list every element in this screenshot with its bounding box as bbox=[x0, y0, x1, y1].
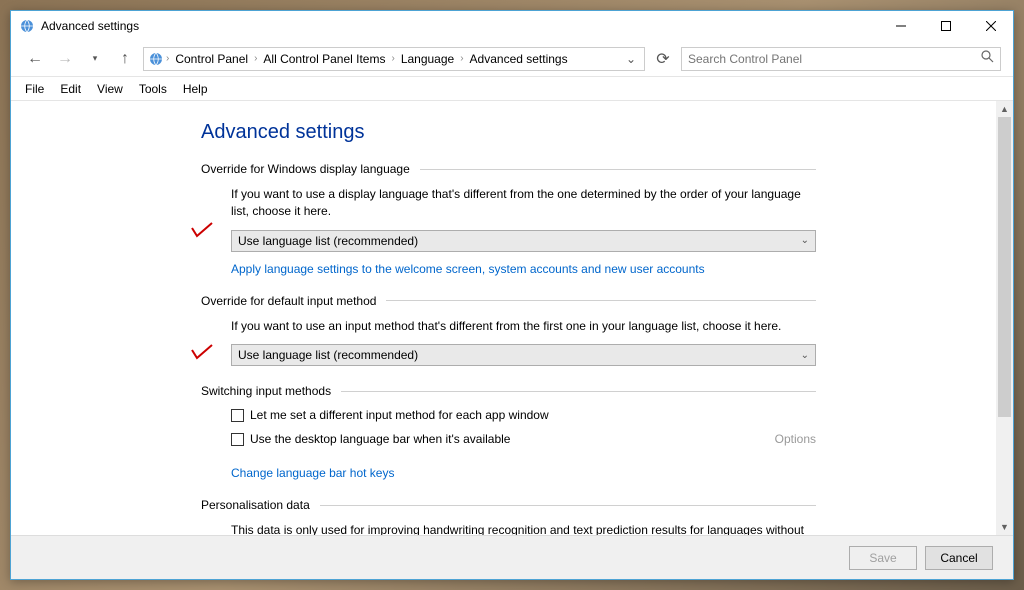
breadcrumb[interactable]: › Control Panel › All Control Panel Item… bbox=[143, 47, 645, 71]
refresh-button[interactable]: ⟳ bbox=[651, 47, 675, 71]
breadcrumb-item[interactable]: All Control Panel Items bbox=[259, 50, 389, 68]
chevron-right-icon: › bbox=[460, 53, 463, 64]
minimize-button[interactable] bbox=[878, 11, 923, 41]
chevron-down-icon: ⌄ bbox=[801, 350, 809, 361]
menu-edit[interactable]: Edit bbox=[54, 80, 87, 98]
search-box[interactable] bbox=[681, 47, 1001, 71]
scroll-down-icon[interactable]: ▼ bbox=[996, 519, 1013, 535]
section-switching-header: Switching input methods bbox=[201, 384, 816, 398]
breadcrumb-item[interactable]: Advanced settings bbox=[466, 50, 572, 68]
breadcrumb-item[interactable]: Language bbox=[397, 50, 458, 68]
chevron-right-icon: › bbox=[166, 53, 169, 64]
desktop-language-bar-checkbox[interactable] bbox=[231, 433, 244, 446]
recent-dropdown-icon[interactable]: ▾ bbox=[83, 47, 107, 71]
chevron-down-icon: ⌄ bbox=[801, 235, 809, 246]
chevron-right-icon: › bbox=[391, 53, 394, 64]
scroll-up-icon[interactable]: ▲ bbox=[996, 101, 1013, 117]
menu-view[interactable]: View bbox=[91, 80, 129, 98]
input-method-desc: If you want to use an input method that'… bbox=[231, 318, 816, 335]
navbar: ← → ▾ ↑ › Control Panel › All Control Pa… bbox=[11, 41, 1013, 77]
section-input-method-header: Override for default input method bbox=[201, 294, 816, 308]
apply-language-settings-link[interactable]: Apply language settings to the welcome s… bbox=[231, 262, 705, 276]
cancel-button[interactable]: Cancel bbox=[925, 546, 993, 570]
input-method-dropdown[interactable]: Use language list (recommended) ⌄ bbox=[231, 344, 816, 366]
menu-tools[interactable]: Tools bbox=[133, 80, 173, 98]
display-language-desc: If you want to use a display language th… bbox=[231, 186, 816, 220]
close-button[interactable] bbox=[968, 11, 1013, 41]
content-area: Advanced settings Override for Windows d… bbox=[11, 101, 996, 535]
window: Advanced settings ← → ▾ ↑ › Control Pane… bbox=[10, 10, 1014, 580]
search-icon bbox=[981, 50, 994, 68]
per-app-input-checkbox[interactable] bbox=[231, 409, 244, 422]
up-button[interactable]: ↑ bbox=[113, 47, 137, 71]
section-personalisation-header: Personalisation data bbox=[201, 498, 816, 512]
breadcrumb-dropdown-icon[interactable]: ⌄ bbox=[622, 52, 640, 66]
back-button[interactable]: ← bbox=[23, 47, 47, 71]
maximize-button[interactable] bbox=[923, 11, 968, 41]
titlebar: Advanced settings bbox=[11, 11, 1013, 41]
window-controls bbox=[878, 11, 1013, 41]
forward-button[interactable]: → bbox=[53, 47, 77, 71]
app-icon bbox=[19, 18, 35, 34]
control-panel-icon bbox=[148, 51, 164, 67]
breadcrumb-item[interactable]: Control Panel bbox=[171, 50, 252, 68]
window-title: Advanced settings bbox=[41, 19, 878, 33]
section-display-language-header: Override for Windows display language bbox=[201, 162, 816, 176]
chevron-right-icon: › bbox=[254, 53, 257, 64]
options-link[interactable]: Options bbox=[775, 432, 816, 446]
display-language-dropdown[interactable]: Use language list (recommended) ⌄ bbox=[231, 230, 816, 252]
footer: Save Cancel bbox=[11, 535, 1013, 579]
scrollbar-thumb[interactable] bbox=[998, 117, 1011, 417]
personalisation-desc: This data is only used for improving han… bbox=[231, 522, 816, 535]
menu-help[interactable]: Help bbox=[177, 80, 214, 98]
desktop-language-bar-label: Use the desktop language bar when it's a… bbox=[250, 432, 510, 446]
vertical-scrollbar[interactable]: ▲ ▼ bbox=[996, 101, 1013, 535]
save-button[interactable]: Save bbox=[849, 546, 917, 570]
change-hotkeys-link[interactable]: Change language bar hot keys bbox=[231, 466, 394, 480]
menu-file[interactable]: File bbox=[19, 80, 50, 98]
page-title: Advanced settings bbox=[201, 121, 816, 144]
menubar: File Edit View Tools Help bbox=[11, 77, 1013, 101]
search-input[interactable] bbox=[688, 52, 981, 66]
per-app-input-label: Let me set a different input method for … bbox=[250, 408, 549, 422]
